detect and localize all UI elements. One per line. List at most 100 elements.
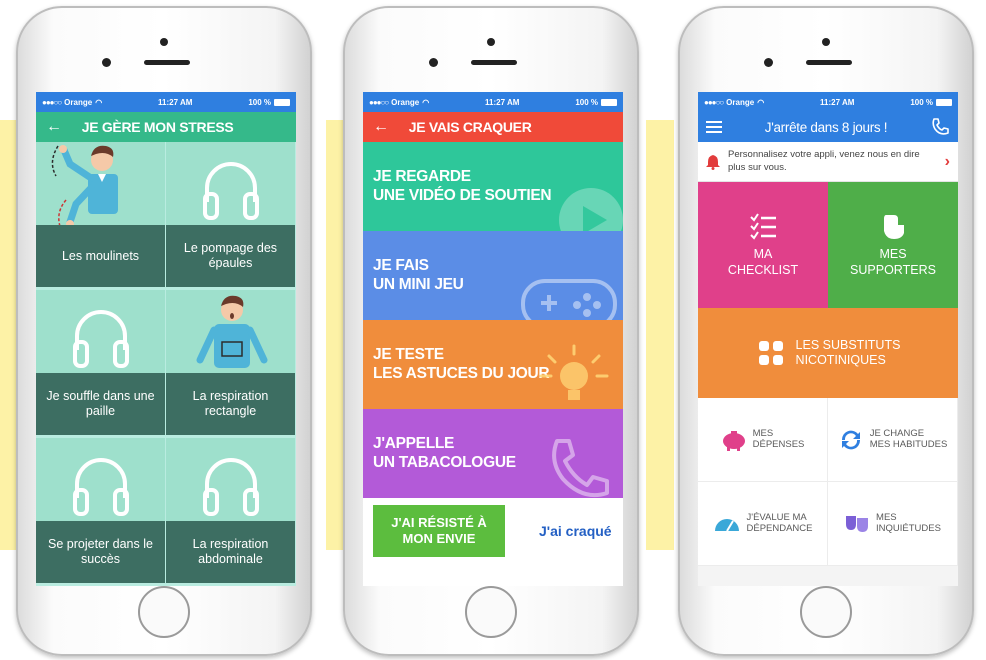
exercise-souffle-paille[interactable]: Je souffle dans une paille (36, 290, 166, 438)
inquietudes-line1: MES (876, 511, 897, 523)
supporters-line2: SUPPORTERS (850, 263, 936, 277)
craving-menu: JE REGARDE UNE VIDÉO DE SOUTIEN JE FAIS … (363, 142, 623, 498)
proximity-sensor (764, 58, 773, 67)
headphones-icon (72, 310, 129, 368)
theater-masks-icon (846, 515, 869, 532)
substituts-line2: NICOTINIQUES (795, 353, 886, 367)
bell-icon (706, 154, 720, 170)
signal-icon: ●●●○○ (369, 97, 389, 107)
carrier-label: Orange (64, 97, 93, 107)
exercise-label: Se projeter dans le succès (36, 521, 165, 583)
gave-in-link[interactable]: J'ai craqué (539, 523, 612, 539)
wifi-icon: ◠ (757, 97, 765, 107)
back-arrow-icon[interactable]: ← (46, 118, 62, 136)
exercise-projeter-succes[interactable]: Se projeter dans le succès (36, 438, 166, 586)
carrier-label: Orange (726, 97, 755, 107)
tile-substituts[interactable]: LES SUBSTITUTS NICOTINIQUES (698, 308, 958, 398)
tile-depenses[interactable]: MES DÉPENSES (698, 398, 828, 482)
signal-icon: ●●●○○ (704, 97, 724, 107)
screen: ●●●○○ Orange ◠ 11:27 AM 100 % ← JE GÈRE … (36, 92, 296, 586)
home-button[interactable] (800, 586, 852, 638)
refresh-icon (841, 430, 860, 449)
signal-icon: ●●●○○ (42, 97, 62, 107)
dependance-line2: DÉPENDANCE (746, 522, 813, 534)
substituts-line1: LES SUBSTITUTS (795, 338, 901, 352)
status-time: 11:27 AM (485, 97, 520, 107)
title-bar: J'arrête dans 8 jours ! (698, 112, 958, 142)
depenses-line1: MES (752, 427, 774, 439)
tile-dependance[interactable]: J'ÉVALUE MA DÉPENDANCE (698, 482, 828, 566)
notification-banner[interactable]: Personnalisez votre appli, venez nous en… (698, 142, 958, 182)
proximity-sensor (102, 58, 111, 67)
patches-icon (758, 341, 783, 365)
main-tiles: MA CHECKLIST MES SUPPORTERS (698, 182, 958, 308)
habitudes-line2: MES HABITUDES (869, 438, 948, 450)
battery-label: 100 % (910, 97, 933, 107)
status-bar: ●●●○○ Orange ◠ 11:27 AM 100 % (36, 92, 296, 112)
exercise-respiration-rectangle[interactable]: La respiration rectangle (166, 290, 296, 438)
checklist-line1: MA (753, 247, 773, 262)
page-title: JE VAIS CRAQUER (408, 119, 532, 135)
checklist-line2: CHECKLIST (727, 263, 799, 277)
tile-video-soutien[interactable]: JE REGARDE UNE VIDÉO DE SOUTIEN (363, 142, 623, 231)
carrier-label: Orange (391, 97, 420, 107)
earpiece-speaker (471, 60, 517, 65)
proximity-sensor (429, 58, 438, 67)
tile-tabacologue[interactable]: J'APPELLE UN TABACOLOGUE (363, 409, 623, 498)
status-time: 11:27 AM (820, 97, 855, 107)
tile-checklist[interactable]: MA CHECKLIST (698, 182, 828, 308)
phone-call-icon[interactable] (930, 117, 950, 137)
front-camera (487, 38, 495, 46)
battery-icon (601, 98, 617, 106)
exercise-label: Les moulinets (36, 225, 165, 287)
screen: ●●●○○ Orange ◠ 11:27 AM 100 % J'arrête d… (698, 92, 958, 586)
supporters-line1: MES (879, 247, 907, 262)
wifi-icon: ◠ (422, 97, 430, 107)
lightbulb-icon (539, 344, 609, 400)
home-button[interactable] (138, 586, 190, 638)
exercise-respiration-abdominale[interactable]: La respiration abdominale (166, 438, 296, 586)
headphones-icon (202, 162, 259, 220)
exercise-label: Le pompage des épaules (166, 225, 295, 287)
phone-craving: ●●●○○ Orange ◠ 11:27 AM 100 % ← JE VAIS … (343, 6, 639, 656)
tile-inquietudes[interactable]: MES INQUIÉTUDES (828, 482, 958, 566)
headphones-icon (202, 458, 259, 516)
play-icon (559, 188, 623, 231)
phone-handset-icon (552, 439, 609, 498)
hand-support-icon (884, 215, 904, 240)
front-camera (822, 38, 830, 46)
battery-label: 100 % (248, 97, 271, 107)
page-title: JE GÈRE MON STRESS (81, 119, 234, 135)
title-bar: ← JE GÈRE MON STRESS (36, 112, 296, 142)
piggy-bank-icon (722, 430, 745, 451)
phone-stress: ●●●○○ Orange ◠ 11:27 AM 100 % ← JE GÈRE … (16, 6, 312, 656)
app-showcase: ●●●○○ Orange ◠ 11:27 AM 100 % ← JE GÈRE … (0, 0, 986, 660)
phone-dashboard: ●●●○○ Orange ◠ 11:27 AM 100 % J'arrête d… (678, 6, 974, 656)
menu-icon[interactable] (706, 121, 722, 133)
exercise-label: La respiration abdominale (166, 521, 295, 583)
status-time: 11:27 AM (158, 97, 193, 107)
exercise-moulinets[interactable]: Les moulinets (36, 142, 166, 290)
exercise-label: Je souffle dans une paille (36, 373, 165, 435)
chevron-right-icon: › (944, 152, 950, 170)
wifi-icon: ◠ (95, 97, 103, 107)
secondary-tiles: MES DÉPENSES JE CHANGE MES HABITUDES J'É… (698, 398, 958, 566)
front-camera (160, 38, 168, 46)
inquietudes-line2: INQUIÉTUDES (876, 522, 941, 534)
back-arrow-icon[interactable]: ← (373, 118, 389, 136)
tile-supporters[interactable]: MES SUPPORTERS (828, 182, 958, 308)
tile-astuces[interactable]: JE TESTE LES ASTUCES DU JOUR (363, 320, 623, 409)
tile-habitudes[interactable]: JE CHANGE MES HABITUDES (828, 398, 958, 482)
earpiece-speaker (806, 60, 852, 65)
exercise-grid: Les moulinets Le pompage des épaules Je … (36, 142, 296, 586)
resisted-button[interactable]: J'AI RÉSISTÉ À MON ENVIE (373, 505, 505, 557)
page-title: J'arrête dans 8 jours ! (764, 119, 888, 135)
exercise-pompage-epaules[interactable]: Le pompage des épaules (166, 142, 296, 290)
gamepad-icon (521, 279, 617, 320)
dependance-line1: J'ÉVALUE MA (746, 511, 807, 523)
title-bar: ← JE VAIS CRAQUER (363, 112, 623, 142)
home-button[interactable] (465, 586, 517, 638)
habitudes-line1: JE CHANGE (869, 427, 925, 439)
tile-mini-jeu[interactable]: JE FAIS UN MINI JEU (363, 231, 623, 320)
headphones-icon (72, 458, 129, 516)
